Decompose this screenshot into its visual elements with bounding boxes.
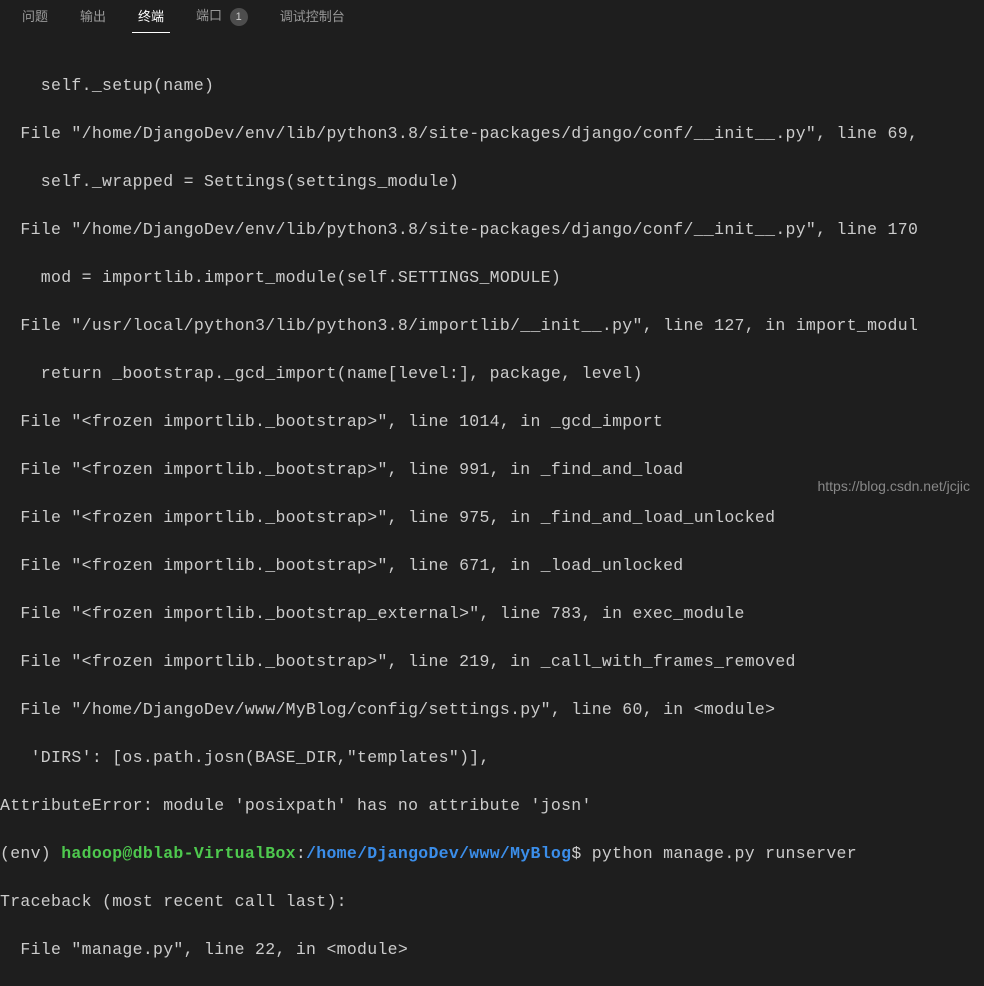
terminal-output[interactable]: self._setup(name) File "/home/DjangoDev/… [0, 30, 984, 986]
traceback-line: File "/usr/local/python3/lib/python3.8/i… [0, 314, 984, 338]
traceback-line: self._setup(name) [0, 74, 984, 98]
traceback-line: File "manage.py", line 22, in <module> [0, 938, 984, 962]
traceback-line: File "<frozen importlib._bootstrap>", li… [0, 410, 984, 434]
error-line: AttributeError: module 'posixpath' has n… [0, 794, 984, 818]
command-text: python manage.py runserver [592, 844, 857, 863]
traceback-line: File "<frozen importlib._bootstrap>", li… [0, 650, 984, 674]
tab-problems[interactable]: 问题 [6, 2, 64, 29]
traceback-line: mod = importlib.import_module(self.SETTI… [0, 266, 984, 290]
tab-terminal[interactable]: 终端 [122, 2, 180, 29]
prompt-env: (env) [0, 844, 61, 863]
prompt-path: /home/DjangoDev/www/MyBlog [306, 844, 571, 863]
traceback-line: Traceback (most recent call last): [0, 890, 984, 914]
prompt-dollar: $ [571, 844, 591, 863]
tab-debug-console[interactable]: 调试控制台 [264, 2, 361, 29]
traceback-line: File "<frozen importlib._bootstrap>", li… [0, 554, 984, 578]
traceback-line: self._wrapped = Settings(settings_module… [0, 170, 984, 194]
tab-ports[interactable]: 端口 1 [180, 1, 264, 30]
traceback-line: File "/home/DjangoDev/env/lib/python3.8/… [0, 218, 984, 242]
tab-ports-label: 端口 [196, 8, 222, 23]
prompt-sep: : [296, 844, 306, 863]
panel-tabs: 问题 输出 终端 端口 1 调试控制台 [0, 0, 984, 30]
tab-output[interactable]: 输出 [64, 2, 122, 29]
prompt-line: (env) hadoop@dblab-VirtualBox:/home/Djan… [0, 842, 984, 866]
ports-badge: 1 [230, 8, 248, 26]
traceback-line: File "<frozen importlib._bootstrap>", li… [0, 506, 984, 530]
prompt-user-host: hadoop@dblab-VirtualBox [61, 844, 296, 863]
traceback-line: return _bootstrap._gcd_import(name[level… [0, 362, 984, 386]
traceback-line: File "/home/DjangoDev/env/lib/python3.8/… [0, 122, 984, 146]
traceback-line: 'DIRS': [os.path.josn(BASE_DIR,"template… [0, 746, 984, 770]
traceback-line: File "<frozen importlib._bootstrap_exter… [0, 602, 984, 626]
watermark: https://blog.csdn.net/jcjic [817, 478, 970, 494]
traceback-line: File "/home/DjangoDev/www/MyBlog/config/… [0, 698, 984, 722]
